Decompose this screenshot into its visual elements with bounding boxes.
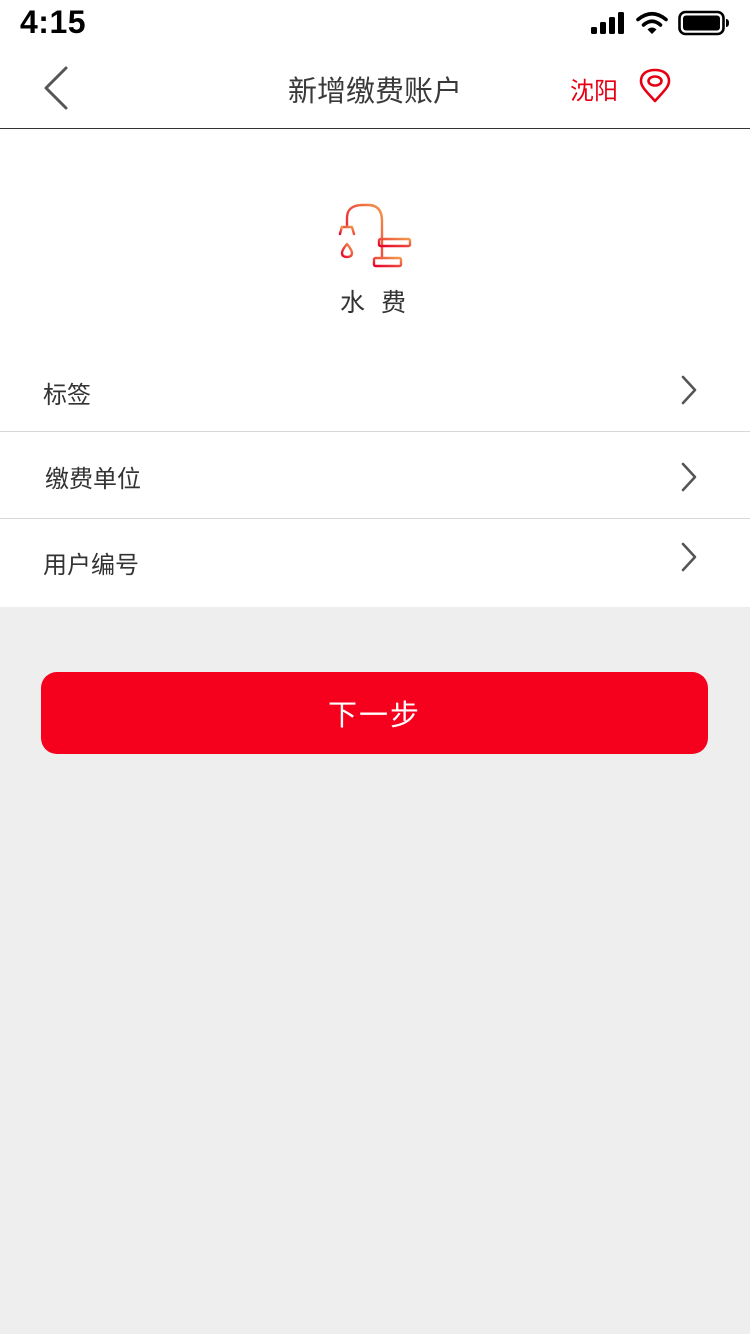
navigation-bar: 新增缴费账户 沈阳 — [0, 48, 750, 129]
payment-unit-row[interactable]: 缴费单位 — [0, 432, 750, 518]
chevron-right-icon — [678, 375, 700, 405]
next-step-button[interactable]: 下一步 — [41, 672, 708, 754]
chevron-right-icon — [678, 462, 700, 492]
city-label: 沈阳 — [570, 76, 618, 105]
map-pin-icon — [638, 68, 672, 108]
payment-unit-row-label: 缴费单位 — [45, 465, 141, 493]
status-bar: 4:15 — [0, 0, 750, 48]
battery-icon — [678, 10, 730, 36]
user-number-row-label: 用户编号 — [43, 551, 139, 579]
chevron-right-icon — [678, 542, 700, 572]
label-row[interactable]: 标签 — [0, 349, 750, 431]
back-button[interactable] — [34, 64, 78, 112]
water-faucet-icon — [336, 201, 416, 271]
cellular-signal-icon — [590, 11, 626, 35]
label-row-label: 标签 — [43, 381, 91, 409]
wifi-icon — [636, 11, 668, 35]
user-number-row[interactable]: 用户编号 — [0, 519, 750, 607]
service-name: 水 费 — [340, 288, 410, 317]
chevron-left-icon — [34, 66, 78, 116]
status-time: 4:15 — [20, 4, 87, 40]
status-icons — [590, 10, 730, 36]
content-panel: 水 费 标签 缴费单位 用户编号 — [0, 129, 750, 607]
city-selector[interactable]: 沈阳 — [570, 66, 672, 110]
